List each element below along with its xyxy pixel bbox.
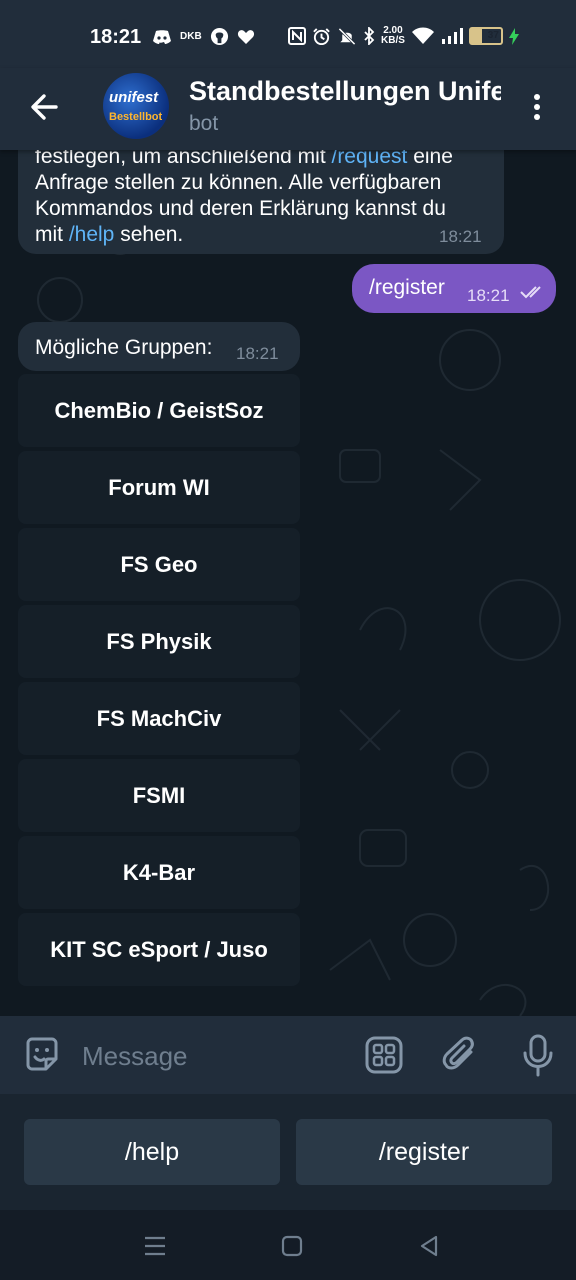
back-nav-button[interactable]: [416, 1232, 444, 1260]
discord-icon: [152, 29, 172, 45]
back-button[interactable]: [28, 90, 62, 124]
chat-header: unifest Bestellbot Standbestellungen Uni…: [0, 68, 576, 150]
battery-fill: [470, 29, 482, 43]
network-speed: 2.00 KB/S: [381, 26, 405, 46]
bot-keyboard-button[interactable]: [364, 1035, 404, 1075]
sticker-smile-icon: [26, 1037, 58, 1071]
system-navigation-bar: [0, 1210, 576, 1280]
chat-title[interactable]: Standbestellungen Unifest: [189, 76, 501, 107]
message-text: /register: [369, 276, 445, 299]
bot-avatar[interactable]: unifest Bestellbot: [103, 73, 169, 139]
github-icon: [210, 27, 229, 46]
reply-keyboard: /help /register: [0, 1094, 576, 1210]
paperclip-icon: [442, 1036, 474, 1070]
inline-keyboard: ChemBio / GeistSoz Forum WI FS Geo FS Ph…: [18, 374, 300, 990]
message-bubble-incoming[interactable]: Mögliche Gruppen: 18:21: [18, 322, 300, 371]
message-time: 18:21: [236, 344, 279, 363]
inline-button-group[interactable]: K4-Bar: [18, 836, 300, 909]
keyboard-grid-icon: [365, 1036, 403, 1074]
inline-button-group[interactable]: FS MachCiv: [18, 682, 300, 755]
dkb-icon: DKB: [180, 31, 202, 42]
inline-button-group[interactable]: Forum WI: [18, 451, 300, 524]
message-text: festlegen, um anschließend mit /request …: [35, 150, 495, 248]
home-square-icon: [281, 1235, 303, 1257]
signal-icon: [441, 28, 463, 44]
status-time: 18:21: [90, 26, 142, 48]
bluetooth-icon: [363, 27, 375, 45]
status-bar: 18:21 DKB 2.00 KB/S 37: [0, 0, 576, 68]
reply-button-help[interactable]: /help: [24, 1119, 280, 1185]
wifi-icon: [411, 27, 435, 45]
message-bubble-incoming[interactable]: festlegen, um anschließend mit /request …: [18, 150, 504, 254]
menu-lines-icon: [145, 1236, 165, 1256]
emoji-button[interactable]: [22, 1035, 62, 1075]
message-text-line: eine: [407, 150, 453, 168]
microphone-icon: [523, 1034, 553, 1077]
more-vertical-icon: [534, 94, 540, 120]
message-text-line: Anfrage stellen zu können. Alle verfügba…: [35, 171, 442, 194]
message-text-line: mit: [35, 223, 69, 246]
message-time: 18:21: [467, 286, 510, 305]
avatar-logo-subtext: Bestellbot: [109, 111, 163, 123]
voice-button[interactable]: [518, 1033, 558, 1077]
message-time: 18:21: [439, 227, 482, 246]
inline-button-group[interactable]: FSMI: [18, 759, 300, 832]
more-menu-button[interactable]: [525, 90, 549, 124]
message-text-line: festlegen, um anschließend mit: [35, 150, 332, 168]
reply-button-register[interactable]: /register: [296, 1119, 552, 1185]
inline-button-group[interactable]: ChemBio / GeistSoz: [18, 374, 300, 447]
command-link-help[interactable]: /help: [69, 223, 115, 246]
message-bubble-outgoing[interactable]: /register 18:21: [352, 264, 556, 313]
arrow-left-icon: [31, 94, 58, 120]
inline-button-group[interactable]: KIT SC eSport / Juso: [18, 913, 300, 986]
chat-subtitle: bot: [189, 112, 219, 135]
message-text-line: sehen.: [114, 223, 184, 246]
charging-icon: [508, 27, 519, 45]
message-text: Mögliche Gruppen:: [35, 336, 213, 359]
home-button[interactable]: [278, 1232, 306, 1260]
mute-icon: [337, 27, 357, 46]
message-input[interactable]: [80, 1036, 354, 1076]
attach-button[interactable]: [441, 1035, 481, 1075]
alarm-icon: [312, 27, 331, 46]
recents-button[interactable]: [141, 1232, 169, 1260]
system-icons: 2.00 KB/S 37: [288, 26, 519, 46]
chat-area[interactable]: festlegen, um anschließend mit /request …: [0, 150, 576, 1016]
battery-indicator: 37: [468, 27, 503, 45]
battery-level: 37: [487, 30, 499, 41]
message-composer: [0, 1016, 576, 1094]
inline-button-group[interactable]: FS Physik: [18, 605, 300, 678]
nfc-icon: [288, 27, 306, 45]
network-speed-unit: KB/S: [381, 35, 405, 46]
message-text-line: Kommandos und deren Erklärung kannst du: [35, 197, 446, 220]
notification-icons: DKB: [152, 27, 255, 46]
avatar-logo-text: unifest: [109, 89, 159, 106]
heart-icon: [237, 29, 255, 45]
inline-button-group[interactable]: FS Geo: [18, 528, 300, 601]
command-link-request[interactable]: /request: [331, 150, 407, 168]
triangle-back-icon: [420, 1235, 438, 1257]
double-check-icon: [520, 286, 541, 299]
